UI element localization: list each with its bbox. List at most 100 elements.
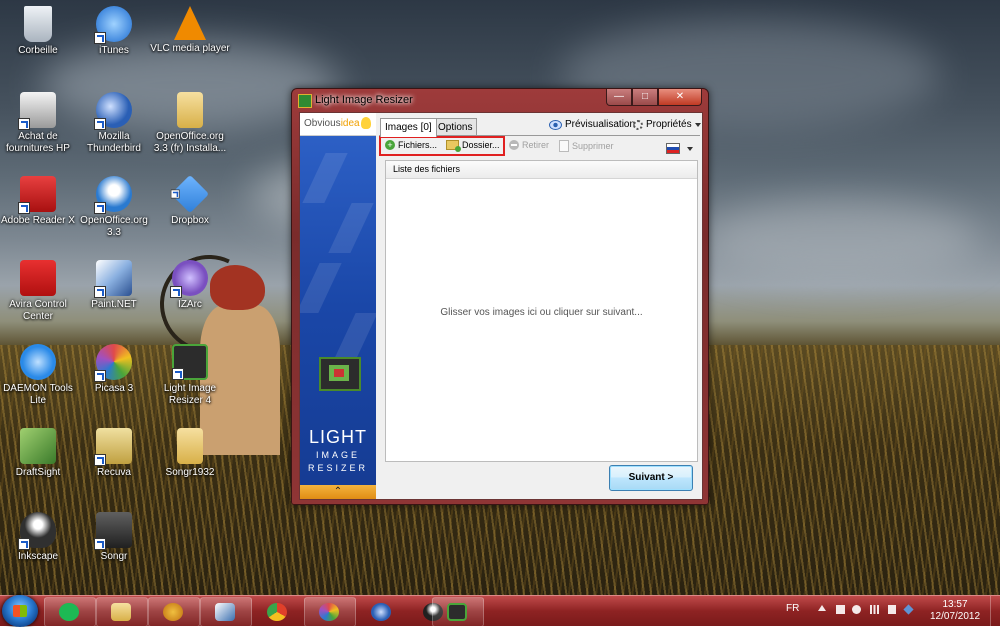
tray-app-icon[interactable] <box>852 605 861 614</box>
openoffice-icon <box>94 176 132 214</box>
desktop-icon-picasa[interactable]: Picasa 3 <box>74 344 154 395</box>
properties-label: Propriétés <box>646 119 692 130</box>
window-titlebar[interactable]: Light Image Resizer — □ ✕ <box>292 89 708 111</box>
picasa-icon <box>94 344 132 382</box>
desktop-icon-inkscape[interactable]: Inkscape <box>0 512 78 563</box>
desktop-icon-daemon-tools[interactable]: DAEMON Tools Lite <box>0 344 78 407</box>
show-hidden-icons-icon[interactable] <box>818 605 826 611</box>
desktop-icon-label: Mozilla Thunderbird <box>87 131 141 154</box>
desktop-icon-label: DraftSight <box>15 467 61 478</box>
desktop-icon-dropbox[interactable]: Dropbox <box>150 174 230 227</box>
vlc-icon <box>174 6 206 40</box>
obviousidea-logo[interactable]: Obviousidea <box>300 113 376 136</box>
remove-icon <box>509 140 519 150</box>
collapse-sidebar-button[interactable]: ⌃ <box>300 485 376 499</box>
explorer-icon <box>111 603 131 621</box>
daemon-tools-icon <box>20 344 56 380</box>
thunderbird-icon <box>94 92 132 130</box>
file-list-header[interactable]: Liste des fichiers <box>386 161 697 179</box>
maximize-button[interactable]: □ <box>632 89 658 106</box>
wallpaper-cloud <box>700 200 980 280</box>
paintnet-icon <box>215 603 235 621</box>
desktop-icon-label: Achat de fournitures HP <box>6 131 70 154</box>
songr-icon <box>94 512 132 550</box>
minimize-button[interactable]: — <box>606 89 632 106</box>
recycle-bin-icon <box>24 6 52 42</box>
taskbar-app-picasa[interactable] <box>304 597 356 627</box>
network-signal-icon[interactable] <box>870 605 879 614</box>
desktop-icon-itunes[interactable]: iTunes <box>74 6 154 57</box>
desktop-icon-label: Adobe Reader X <box>1 215 75 226</box>
logo-text-idea: idea <box>340 118 360 129</box>
gear-icon <box>633 119 643 130</box>
preview-button[interactable]: Prévisualisation <box>549 119 635 130</box>
desktop-icon-draftsight[interactable]: DraftSight <box>0 428 78 479</box>
chevron-down-icon[interactable] <box>687 147 693 151</box>
window-controls: — □ ✕ <box>606 89 702 106</box>
remove-button[interactable]: Retirer <box>509 140 549 150</box>
remove-label: Retirer <box>522 140 550 150</box>
desktop-icon-label: OpenOffice.org 3.3 <box>80 215 148 238</box>
brand-text-resizer: RESIZER <box>307 463 368 473</box>
itunes-icon <box>94 6 132 44</box>
show-desktop-button[interactable] <box>990 596 1000 626</box>
language-flag-icon[interactable] <box>666 143 680 154</box>
desktop-icon-label: Inkscape <box>17 551 59 562</box>
desktop-icon-paintnet[interactable]: Paint.NET <box>74 260 154 311</box>
file-list[interactable]: Liste des fichiers Glisser vos images ic… <box>385 160 698 462</box>
next-button[interactable]: Suivant > <box>609 465 693 491</box>
taskbar-app-light-image-resizer[interactable] <box>432 597 484 627</box>
taskbar-app-chrome[interactable] <box>252 597 304 627</box>
desktop-icon-songr[interactable]: Songr <box>74 512 154 563</box>
window-client: Obviousidea LIGHT IMAGE RESIZER ⌃ Images… <box>299 112 703 500</box>
system-clock[interactable]: 13:57 12/07/2012 <box>930 599 980 623</box>
tab-images[interactable]: Images [0] <box>380 118 437 137</box>
desktop-icon-openoffice[interactable]: OpenOffice.org 3.3 <box>74 176 154 239</box>
desktop-icon-songr1932[interactable]: Songr1932 <box>150 428 230 479</box>
desktop-icon-label: Picasa 3 <box>94 383 134 394</box>
dropbox-icon[interactable] <box>903 604 914 615</box>
taskbar-app-paintnet[interactable] <box>200 597 252 627</box>
desktop-icon-label: Paint.NET <box>91 299 137 310</box>
folder-icon <box>177 428 203 464</box>
action-center-flag-icon[interactable] <box>836 605 845 614</box>
light-image-resizer-icon <box>447 603 467 621</box>
taskbar-app-songr[interactable] <box>148 597 200 627</box>
language-indicator[interactable]: FR <box>786 603 799 614</box>
desktop-icon-label: DAEMON Tools Lite <box>3 383 73 406</box>
properties-button[interactable]: Propriétés <box>633 119 701 130</box>
desktop-icon-openoffice-installer[interactable]: OpenOffice.org 3.3 (fr) Installa... <box>150 92 230 155</box>
taskbar-app-explorer[interactable] <box>96 597 148 627</box>
add-folder-button[interactable]: Dossier... <box>446 140 500 152</box>
main-panel: Images [0] Options Prévisualisation Prop… <box>377 113 702 499</box>
tab-options[interactable]: Options <box>433 118 478 136</box>
desktop-icon-izarc[interactable]: IZArc <box>150 260 230 311</box>
volume-icon[interactable] <box>888 605 896 614</box>
preview-icon <box>549 119 562 130</box>
desktop-icon-light-image-resizer[interactable]: Light Image Resizer 4 <box>150 344 230 407</box>
delete-button[interactable]: Supprimer <box>559 140 614 152</box>
desktop-icon-vlc[interactable]: VLC media player <box>150 6 230 55</box>
taskbar-app-thunderbird[interactable] <box>356 597 408 627</box>
desktop-icon-hp[interactable]: Achat de fournitures HP <box>0 92 78 155</box>
clock-time: 13:57 <box>942 599 968 610</box>
desktop-icon-recuva[interactable]: Recuva <box>74 428 154 479</box>
start-button[interactable] <box>2 595 38 627</box>
desktop-icon-thunderbird[interactable]: Mozilla Thunderbird <box>74 92 154 155</box>
desktop-icon-label: Recuva <box>97 467 131 478</box>
decorative-bolt <box>328 203 374 253</box>
close-button[interactable]: ✕ <box>658 89 702 106</box>
desktop: Corbeille iTunes VLC media player Achat … <box>0 0 1000 595</box>
dropbox-icon <box>170 174 210 214</box>
logo-text-obvious: Obvious <box>304 118 341 129</box>
taskbar-app-spotify[interactable] <box>44 597 96 627</box>
adobe-reader-icon <box>18 176 56 214</box>
desktop-icon-recycle-bin[interactable]: Corbeille <box>0 6 78 57</box>
add-files-button[interactable]: + Fichiers... <box>385 140 437 150</box>
izarc-icon <box>170 260 208 298</box>
chrome-icon <box>267 603 287 621</box>
file-list-header-label: Liste des fichiers <box>393 164 461 174</box>
preview-label: Prévisualisation <box>565 119 636 130</box>
desktop-icon-adobe-reader[interactable]: Adobe Reader X <box>0 176 78 227</box>
desktop-icon-avira[interactable]: Avira Control Center <box>0 260 78 323</box>
